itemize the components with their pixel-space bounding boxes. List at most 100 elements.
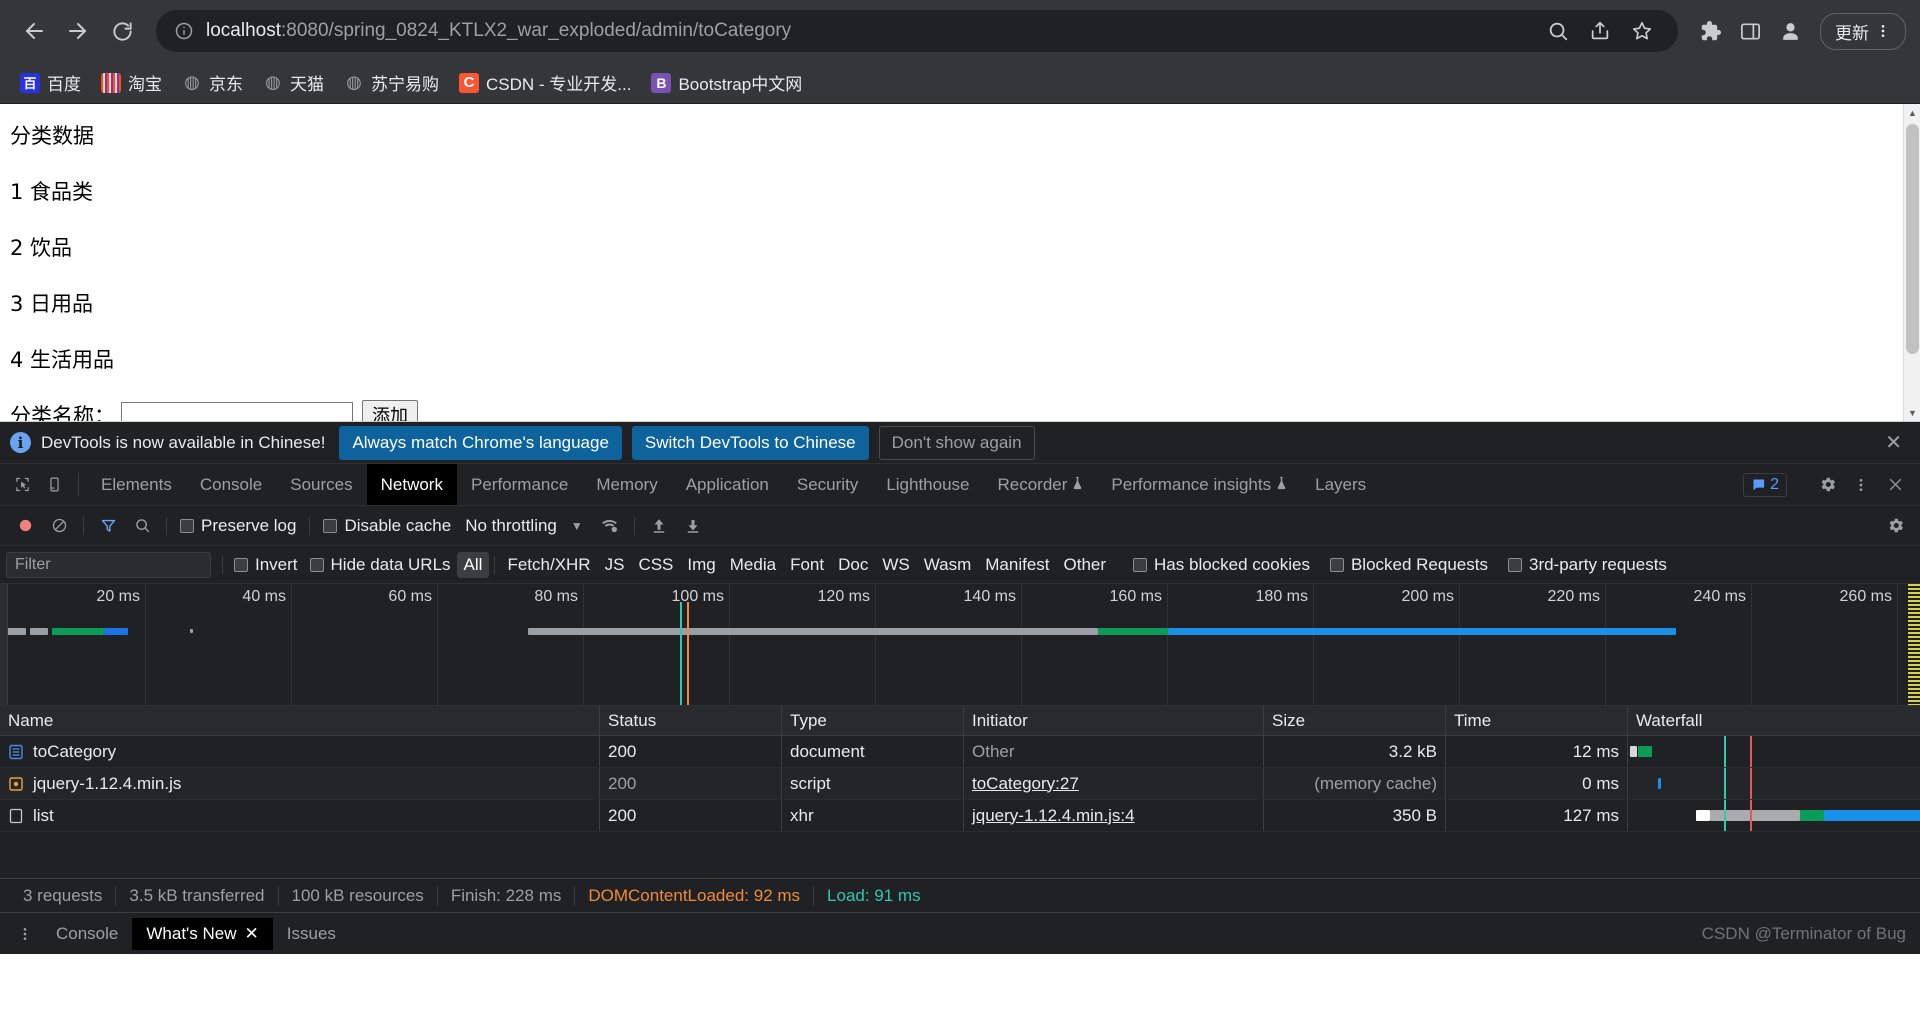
network-conditions-icon[interactable] (593, 509, 627, 543)
overview-left-handle[interactable] (0, 584, 8, 705)
filter-type-other[interactable]: Other (1057, 552, 1114, 578)
initiator-link[interactable]: jquery-1.12.4.min.js:4 (972, 806, 1135, 826)
drawer-tab-whats-new[interactable]: What's New ✕ (132, 917, 273, 950)
page-scrollbar[interactable]: ▲ ▼ (1903, 104, 1920, 421)
cell-initiator[interactable]: toCategory:27 (964, 768, 1264, 799)
tab-sources[interactable]: Sources (276, 464, 366, 505)
filter-type-fetch-xhr[interactable]: Fetch/XHR (500, 552, 597, 578)
add-category-name-input[interactable] (121, 401, 353, 421)
search-icon[interactable] (125, 509, 159, 543)
invert-checkbox[interactable]: Invert (228, 555, 304, 575)
throttling-select[interactable]: No throttling (457, 516, 557, 536)
drawer-more-options-icon[interactable] (8, 917, 42, 951)
initiator-link[interactable]: toCategory:27 (972, 774, 1079, 794)
close-icon[interactable]: ✕ (245, 924, 259, 944)
filter-type-img[interactable]: Img (680, 552, 722, 578)
column-header-waterfall[interactable]: Waterfall (1628, 706, 1920, 735)
inspect-element-icon[interactable] (6, 464, 38, 505)
preserve-log-checkbox[interactable]: Preserve log (174, 516, 302, 536)
filter-type-wasm[interactable]: Wasm (917, 552, 979, 578)
table-row[interactable]: toCategory 200 document Other 3.2 kB 12 … (0, 736, 1920, 768)
bookmark-item[interactable]: 淘宝 (91, 66, 172, 99)
filter-input[interactable]: Filter (6, 551, 211, 578)
column-header-initiator[interactable]: Initiator (964, 706, 1264, 735)
filter-type-css[interactable]: CSS (631, 552, 680, 578)
drawer-tab-issues[interactable]: Issues (273, 918, 350, 950)
share-icon[interactable] (1582, 13, 1618, 49)
export-har-icon[interactable] (676, 509, 710, 543)
message-count-badge[interactable]: 2 (1743, 472, 1787, 497)
side-panel-icon[interactable] (1732, 13, 1768, 49)
update-button[interactable]: 更新 (1820, 12, 1906, 50)
always-match-language-button[interactable]: Always match Chrome's language (339, 425, 622, 460)
column-header-size[interactable]: Size (1264, 706, 1446, 735)
clear-icon[interactable] (42, 509, 76, 543)
disable-cache-checkbox[interactable]: Disable cache (317, 516, 457, 536)
drawer-tab-console[interactable]: Console (42, 918, 132, 950)
import-har-icon[interactable] (642, 509, 676, 543)
filter-type-font[interactable]: Font (783, 552, 831, 578)
profile-avatar-icon[interactable] (1772, 13, 1808, 49)
filter-type-doc[interactable]: Doc (831, 552, 875, 578)
bookmark-item[interactable]: ◍ 苏宁易购 (334, 66, 449, 99)
third-party-requests-checkbox[interactable]: 3rd-party requests (1502, 555, 1673, 575)
filter-type-ws[interactable]: WS (875, 552, 916, 578)
forward-icon[interactable] (58, 11, 98, 51)
column-header-type[interactable]: Type (782, 706, 964, 735)
overview-right-handle[interactable] (1908, 584, 1920, 705)
table-row[interactable]: list 200 xhr jquery-1.12.4.min.js:4 350 … (0, 800, 1920, 832)
bookmark-item[interactable]: ◍ 天猫 (253, 66, 334, 99)
blocked-requests-checkbox[interactable]: Blocked Requests (1324, 555, 1494, 575)
filter-type-all[interactable]: All (456, 551, 490, 578)
tab-layers[interactable]: Layers (1301, 464, 1380, 505)
bookmark-item[interactable]: ◍ 京东 (172, 66, 253, 99)
hide-data-urls-checkbox[interactable]: Hide data URLs (304, 555, 457, 575)
table-row[interactable]: jquery-1.12.4.min.js 200 script toCatego… (0, 768, 1920, 800)
chevron-down-icon[interactable]: ▼ (557, 519, 593, 533)
search-icon[interactable] (1540, 13, 1576, 49)
extensions-icon[interactable] (1692, 13, 1728, 49)
close-icon[interactable]: ✕ (1877, 430, 1910, 455)
record-icon[interactable] (8, 509, 42, 543)
bookmark-item[interactable]: B Bootstrap中文网 (641, 66, 812, 99)
cell-name[interactable]: list (0, 800, 600, 831)
filter-type-manifest[interactable]: Manifest (978, 552, 1056, 578)
dont-show-again-button[interactable]: Don't show again (878, 425, 1035, 460)
settings-gear-icon[interactable] (1878, 509, 1912, 543)
scrollbar-thumb[interactable] (1906, 124, 1919, 354)
filter-icon[interactable] (91, 509, 125, 543)
switch-devtools-language-button[interactable]: Switch DevTools to Chinese (631, 425, 869, 460)
more-options-icon[interactable] (1844, 468, 1878, 502)
column-header-status[interactable]: Status (600, 706, 782, 735)
site-info-icon[interactable] (174, 21, 194, 41)
column-header-time[interactable]: Time (1446, 706, 1628, 735)
tab-console[interactable]: Console (186, 464, 276, 505)
has-blocked-cookies-checkbox[interactable]: Has blocked cookies (1127, 555, 1316, 575)
tab-elements[interactable]: Elements (87, 464, 186, 505)
back-icon[interactable] (14, 11, 54, 51)
tab-recorder[interactable]: Recorder (984, 464, 1098, 505)
cell-name[interactable]: jquery-1.12.4.min.js (0, 768, 600, 799)
bookmark-item[interactable]: C CSDN - 专业开发... (449, 66, 641, 99)
filter-type-js[interactable]: JS (598, 552, 632, 578)
tab-memory[interactable]: Memory (582, 464, 671, 505)
reload-icon[interactable] (102, 11, 142, 51)
add-button[interactable]: 添加 (362, 400, 418, 421)
device-toolbar-icon[interactable] (38, 464, 70, 505)
bookmark-star-icon[interactable] (1624, 13, 1660, 49)
network-overview-timeline[interactable]: 20 ms 40 ms 60 ms 80 ms 100 ms 120 ms 14… (0, 584, 1920, 706)
column-header-name[interactable]: Name (0, 706, 600, 735)
tab-security[interactable]: Security (783, 464, 872, 505)
scroll-up-arrow[interactable]: ▲ (1904, 104, 1920, 121)
address-bar[interactable]: localhost:8080/spring_0824_KTLX2_war_exp… (156, 10, 1678, 52)
gear-icon[interactable] (1810, 468, 1844, 502)
cell-name[interactable]: toCategory (0, 736, 600, 767)
tab-performance-insights[interactable]: Performance insights (1097, 464, 1301, 505)
bookmark-item[interactable]: 百 百度 (10, 66, 91, 99)
cell-initiator[interactable]: jquery-1.12.4.min.js:4 (964, 800, 1264, 831)
tab-network[interactable]: Network (366, 464, 457, 505)
tab-application[interactable]: Application (672, 464, 783, 505)
filter-type-media[interactable]: Media (723, 552, 783, 578)
tab-lighthouse[interactable]: Lighthouse (872, 464, 983, 505)
close-devtools-icon[interactable] (1878, 468, 1912, 502)
